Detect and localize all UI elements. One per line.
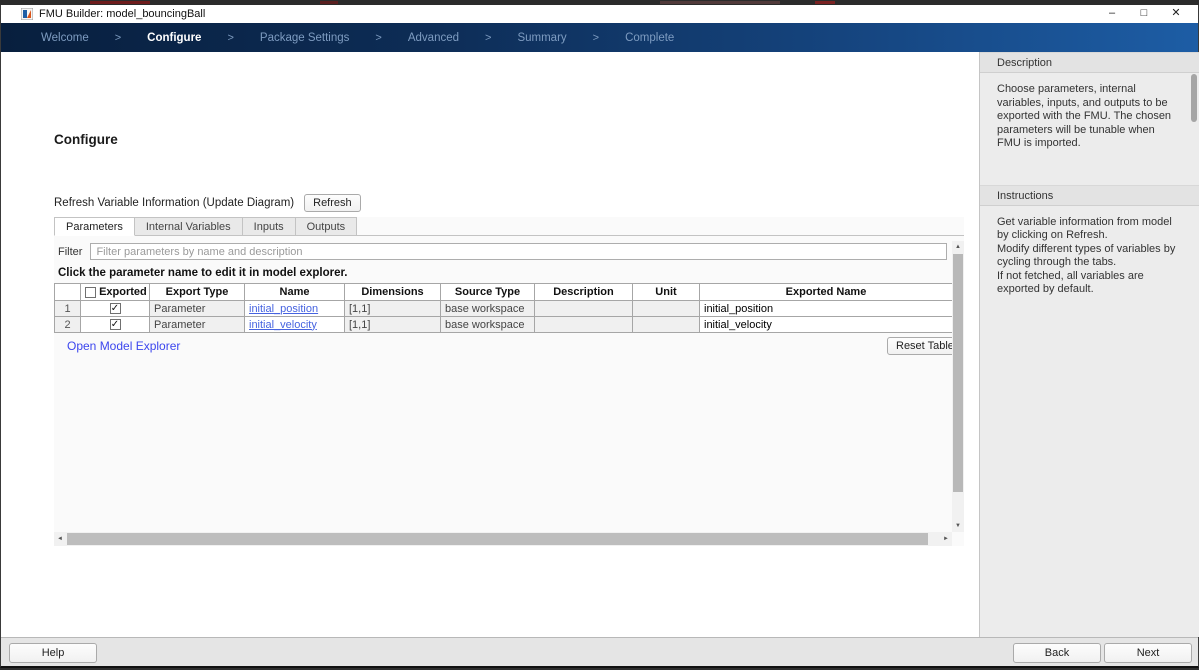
refresh-row: Refresh Variable Information (Update Dia…	[54, 194, 361, 212]
select-all-checkbox[interactable]	[85, 287, 96, 298]
step-separator-icon: >	[593, 32, 599, 44]
description-cell[interactable]	[535, 317, 633, 333]
row-index: 1	[55, 301, 81, 317]
help-button[interactable]: Help	[9, 643, 97, 663]
export-type-cell: Parameter	[150, 301, 245, 317]
table-hint: Click the parameter name to edit it in m…	[58, 267, 348, 279]
table-row: 2 ✓ Parameter initial_velocity [1,1] bas…	[55, 317, 953, 333]
col-rownum	[55, 284, 81, 301]
col-name: Name	[245, 284, 345, 301]
col-exported: Exported	[81, 284, 150, 301]
instruction-line: Get variable information from model by c…	[997, 216, 1176, 243]
description-section-header: Description	[980, 52, 1199, 73]
step-separator-icon: >	[227, 32, 233, 44]
title-bar: FMU Builder: model_bouncingBall – □ ✕	[1, 5, 1198, 23]
step-separator-icon: >	[115, 32, 121, 44]
export-type-cell: Parameter	[150, 317, 245, 333]
step-separator-icon: >	[485, 32, 491, 44]
instructions-section-header: Instructions	[980, 185, 1199, 206]
source-type-cell: base workspace	[441, 317, 535, 333]
fmu-builder-window: FMU Builder: model_bouncingBall – □ ✕ We…	[0, 5, 1199, 668]
col-unit: Unit	[633, 284, 700, 301]
vertical-scrollbar[interactable]: ▲ ▼	[952, 241, 964, 532]
description-text: Choose parameters, internal variables, i…	[980, 73, 1199, 163]
vertical-scrollbar-thumb[interactable]	[953, 254, 963, 492]
exported-name-cell[interactable]: initial_velocity	[700, 317, 953, 333]
page-title: Configure	[54, 132, 118, 147]
window-controls: – □ ✕	[1096, 5, 1192, 23]
col-description: Description	[535, 284, 633, 301]
help-sidebar: Description Choose parameters, internal …	[979, 52, 1199, 637]
maximize-icon[interactable]: □	[1128, 5, 1160, 23]
parameter-name-link[interactable]: initial_velocity	[249, 319, 317, 331]
filter-row: Filter	[58, 243, 948, 260]
horizontal-scrollbar-thumb[interactable]	[67, 533, 928, 545]
filter-input[interactable]	[90, 243, 947, 260]
instruction-line: Modify different types of variables by c…	[997, 243, 1176, 270]
variables-tab-panel: Parameters Internal Variables Inputs Out…	[54, 217, 964, 546]
description-cell[interactable]	[535, 301, 633, 317]
col-export-type: Export Type	[150, 284, 245, 301]
nav-step-advanced[interactable]: Advanced	[408, 32, 459, 44]
parameter-name-link[interactable]: initial_position	[249, 303, 318, 315]
scroll-left-icon[interactable]: ◄	[54, 532, 66, 546]
filter-label: Filter	[58, 246, 82, 258]
tab-strip-filler	[357, 217, 964, 236]
dimensions-cell: [1,1]	[345, 301, 441, 317]
col-exported-name: Exported Name	[700, 284, 953, 301]
parameters-table: Exported Export Type Name Dimensions Sou…	[54, 283, 953, 333]
nav-step-configure[interactable]: Configure	[147, 32, 201, 44]
tab-internal-variables[interactable]: Internal Variables	[135, 217, 243, 236]
nav-step-welcome[interactable]: Welcome	[41, 32, 89, 44]
scroll-right-icon[interactable]: ►	[940, 532, 952, 546]
table-header-row: Exported Export Type Name Dimensions Sou…	[55, 284, 953, 301]
nav-step-complete[interactable]: Complete	[625, 32, 674, 44]
scroll-up-icon[interactable]: ▲	[952, 241, 964, 253]
configure-page: Configure Refresh Variable Information (…	[1, 52, 979, 637]
nav-step-package-settings[interactable]: Package Settings	[260, 32, 350, 44]
name-cell: initial_velocity	[245, 317, 345, 333]
unit-cell[interactable]	[633, 317, 700, 333]
nav-step-summary[interactable]: Summary	[517, 32, 566, 44]
app-icon	[21, 8, 33, 20]
instruction-line: If not fetched, all variables are export…	[997, 270, 1176, 297]
wizard-step-nav: Welcome > Configure > Package Settings >…	[1, 23, 1198, 52]
exported-checkbox[interactable]: ✓	[110, 303, 121, 314]
exported-name-cell[interactable]: initial_position	[700, 301, 953, 317]
unit-cell[interactable]	[633, 301, 700, 317]
source-type-cell: base workspace	[441, 301, 535, 317]
footer-bar: Help Back Next	[1, 637, 1198, 666]
col-source-type: Source Type	[441, 284, 535, 301]
screen: FMU Builder: model_bouncingBall – □ ✕ We…	[0, 0, 1199, 670]
refresh-label: Refresh Variable Information (Update Dia…	[54, 197, 294, 209]
name-cell: initial_position	[245, 301, 345, 317]
col-dimensions: Dimensions	[345, 284, 441, 301]
instructions-text: Get variable information from model by c…	[980, 206, 1199, 309]
tab-outputs[interactable]: Outputs	[296, 217, 358, 236]
minimize-icon[interactable]: –	[1096, 5, 1128, 23]
sidebar-scrollbar-thumb[interactable]	[1191, 74, 1197, 122]
scroll-down-icon[interactable]: ▼	[952, 520, 964, 532]
row-index: 2	[55, 317, 81, 333]
tab-inputs[interactable]: Inputs	[243, 217, 296, 236]
dimensions-cell: [1,1]	[345, 317, 441, 333]
horizontal-scrollbar[interactable]: ◄ ►	[54, 532, 952, 546]
step-separator-icon: >	[375, 32, 381, 44]
open-model-explorer-link[interactable]: Open Model Explorer	[67, 339, 180, 353]
refresh-button[interactable]: Refresh	[304, 194, 361, 212]
next-button[interactable]: Next	[1104, 643, 1192, 663]
back-button[interactable]: Back	[1013, 643, 1101, 663]
window-title: FMU Builder: model_bouncingBall	[39, 5, 205, 23]
close-icon[interactable]: ✕	[1160, 5, 1192, 23]
tab-parameters[interactable]: Parameters	[54, 217, 135, 236]
exported-checkbox[interactable]: ✓	[110, 319, 121, 330]
table-row: 1 ✓ Parameter initial_position [1,1] bas…	[55, 301, 953, 317]
tab-strip: Parameters Internal Variables Inputs Out…	[54, 217, 964, 236]
